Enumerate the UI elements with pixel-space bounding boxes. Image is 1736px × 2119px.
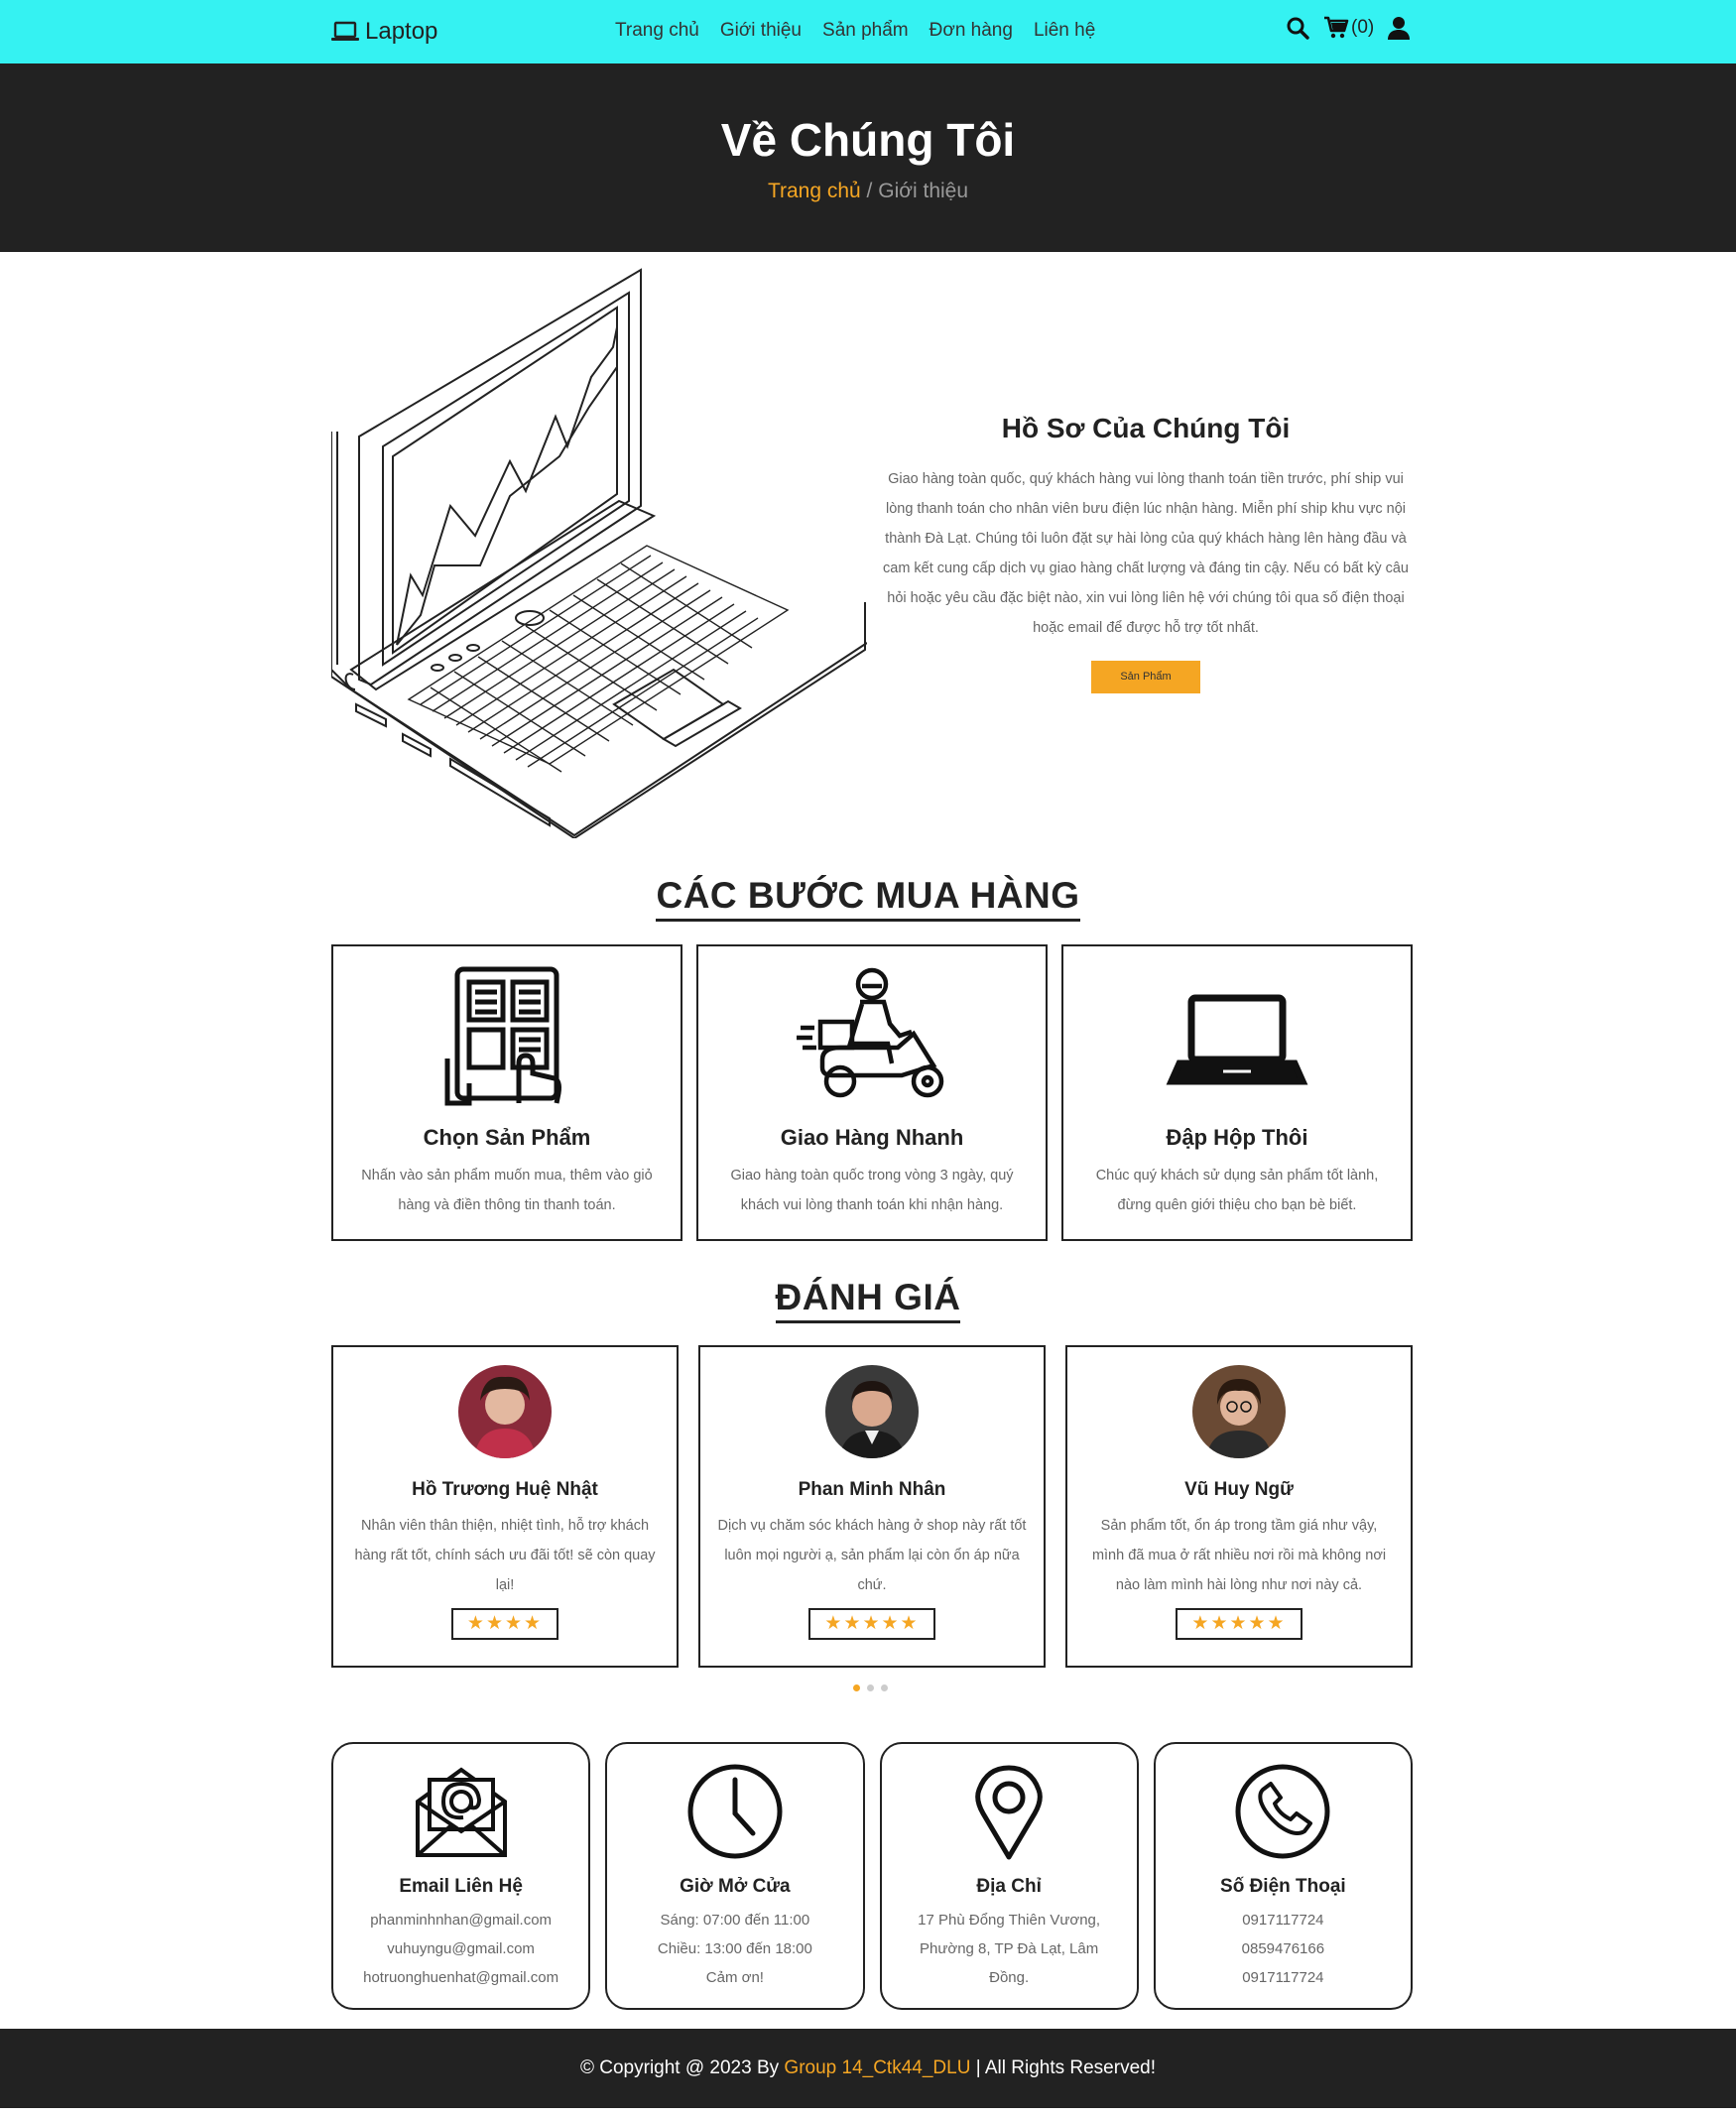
steps-list: Chọn Sản Phẩm Nhấn vào sản phẩm muốn mua… bbox=[331, 944, 1413, 1241]
contact-card: Giờ Mở Cửa Sáng: 07:00 đến 11:00 Chiều: … bbox=[605, 1742, 865, 2010]
nav-link-orders[interactable]: Đơn hàng bbox=[930, 20, 1013, 42]
step-description: Giao hàng toàn quốc trong vòng 3 ngày, q… bbox=[730, 1168, 1014, 1213]
review-text: Sản phẩm tốt, ổn áp trong tầm giá như vậ… bbox=[1091, 1518, 1387, 1593]
delivery-scooter-icon bbox=[797, 967, 944, 1098]
location-pin-icon bbox=[975, 1765, 1043, 1860]
products-button[interactable]: Sản Phẩm bbox=[1091, 661, 1200, 693]
steps-section-title: CÁC BƯỚC MUA HÀNG bbox=[0, 875, 1736, 922]
breadcrumb: Trang chủ / Giới thiệu bbox=[0, 180, 1736, 203]
avatar bbox=[1192, 1365, 1286, 1458]
contact-title: Email Liên Hệ bbox=[399, 1876, 523, 1897]
step-description: Nhấn vào sản phẩm muốn mua, thêm vào giỏ… bbox=[361, 1168, 653, 1213]
nav-link-products[interactable]: Sản phẩm bbox=[822, 20, 909, 42]
step-card: Giao Hàng Nhanh Giao hàng toàn quốc tron… bbox=[696, 944, 1048, 1241]
contact-email[interactable]: vuhuyngu@gmail.com bbox=[345, 1934, 576, 1963]
nav-link-contact[interactable]: Liên hệ bbox=[1034, 20, 1095, 42]
address-line: Đồng. bbox=[989, 1969, 1030, 1986]
phone-number[interactable]: 0917117724 bbox=[1168, 1906, 1399, 1934]
contact-info: Email Liên Hệ phanminhnhan@gmail.com vuh… bbox=[331, 1742, 1413, 2010]
step-title: Đập Hộp Thôi bbox=[1166, 1125, 1308, 1150]
reviews-carousel[interactable]: Hồ Trương Huệ Nhật Nhân viên thân thiện,… bbox=[331, 1345, 1413, 1668]
review-card: Vũ Huy Ngữ Sản phẩm tốt, ổn áp trong tầm… bbox=[1065, 1345, 1413, 1668]
review-card: Phan Minh Nhân Dịch vụ chăm sóc khách hà… bbox=[698, 1345, 1046, 1668]
nav-links: Trang chủ Giới thiệu Sản phẩm Đơn hàng L… bbox=[615, 20, 1095, 42]
phone-number[interactable]: 0917117724 bbox=[1168, 1963, 1399, 1992]
brand-name: Laptop bbox=[365, 18, 438, 45]
address-line: Phường 8, TP Đà Lạt, Lâm bbox=[919, 1940, 1099, 1957]
contact-title: Địa Chỉ bbox=[976, 1876, 1042, 1897]
breadcrumb-home[interactable]: Trang chủ bbox=[768, 180, 861, 202]
carousel-dot-active[interactable] bbox=[853, 1684, 860, 1691]
cart-button[interactable]: (0) bbox=[1323, 16, 1374, 40]
star-rating: ★★★★★ bbox=[1176, 1608, 1302, 1640]
reviewer-name: Hồ Trương Huệ Nhật bbox=[412, 1479, 598, 1500]
laptop-icon bbox=[1166, 994, 1308, 1085]
carousel-dot[interactable] bbox=[867, 1684, 874, 1691]
contact-card: Email Liên Hệ phanminhnhan@gmail.com vuh… bbox=[331, 1742, 591, 2010]
laptop-icon bbox=[331, 21, 359, 41]
review-text: Nhân viên thân thiện, nhiệt tình, hỗ trợ… bbox=[354, 1518, 656, 1593]
user-icon[interactable] bbox=[1388, 16, 1411, 40]
page-title: Về Chúng Tôi bbox=[720, 114, 1016, 166]
avatar bbox=[825, 1365, 919, 1458]
step-card: Đập Hộp Thôi Chúc quý khách sử dụng sản … bbox=[1061, 944, 1413, 1241]
nav-icons: (0) bbox=[1286, 16, 1411, 40]
email-icon bbox=[415, 1767, 507, 1857]
carousel-dot[interactable] bbox=[881, 1684, 888, 1691]
navbar: Laptop Trang chủ Giới thiệu Sản phẩm Đơn… bbox=[0, 0, 1736, 63]
contact-card: Địa Chỉ 17 Phù Đổng Thiên Vương, Phường … bbox=[879, 1742, 1139, 2010]
review-card: Hồ Trương Huệ Nhật Nhân viên thân thiện,… bbox=[331, 1345, 679, 1668]
reviews-section-title: ĐÁNH GIÁ bbox=[0, 1277, 1736, 1323]
about-description: Giao hàng toàn quốc, quý khách hàng vui … bbox=[883, 471, 1409, 636]
contact-title: Số Điện Thoại bbox=[1220, 1876, 1346, 1897]
carousel-dots bbox=[853, 1684, 888, 1691]
phone-icon bbox=[1235, 1764, 1330, 1859]
phone-number[interactable]: 0859476166 bbox=[1168, 1934, 1399, 1963]
cart-icon bbox=[1324, 16, 1349, 39]
footer-group-link[interactable]: Group 14_Ctk44_DLU bbox=[784, 2057, 970, 2078]
review-text: Dịch vụ chăm sóc khách hàng ở shop này r… bbox=[717, 1518, 1027, 1593]
brand-logo[interactable]: Laptop bbox=[331, 18, 437, 46]
contact-title: Giờ Mở Cửa bbox=[680, 1876, 791, 1897]
search-icon[interactable] bbox=[1286, 16, 1309, 40]
nav-link-home[interactable]: Trang chủ bbox=[615, 20, 699, 42]
reviewer-name: Phan Minh Nhân bbox=[798, 1479, 946, 1500]
reviewer-name: Vũ Huy Ngữ bbox=[1184, 1479, 1294, 1500]
about-title: Hồ Sơ Của Chúng Tôi bbox=[1001, 413, 1291, 443]
step-description: Chúc quý khách sử dụng sản phẩm tốt lành… bbox=[1095, 1168, 1379, 1213]
contact-email[interactable]: hotruonghuenhat@gmail.com bbox=[345, 1963, 576, 1992]
step-title: Chọn Sản Phẩm bbox=[423, 1125, 591, 1150]
contact-card: Số Điện Thoại 0917117724 0859476166 0917… bbox=[1153, 1742, 1413, 2010]
breadcrumb-separator: / bbox=[860, 180, 879, 202]
star-rating: ★★★★ bbox=[450, 1608, 559, 1640]
page-banner: Về Chúng Tôi Trang chủ / Giới thiệu bbox=[0, 63, 1736, 252]
cart-count: (0) bbox=[1351, 17, 1375, 38]
catalog-select-icon bbox=[444, 966, 561, 1106]
star-rating: ★★★★★ bbox=[808, 1608, 935, 1640]
laptop-illustration bbox=[331, 268, 867, 838]
contact-email[interactable]: phanminhnhan@gmail.com bbox=[345, 1906, 576, 1934]
footer-copyright: © Copyright @ 2023 By bbox=[579, 2057, 785, 2078]
step-title: Giao Hàng Nhanh bbox=[780, 1125, 964, 1150]
step-card: Chọn Sản Phẩm Nhấn vào sản phẩm muốn mua… bbox=[331, 944, 682, 1241]
clock-icon bbox=[687, 1764, 783, 1859]
opening-hours-note: Cảm ơn! bbox=[705, 1969, 764, 1986]
opening-hours: Sáng: 07:00 đến 11:00 bbox=[660, 1912, 810, 1929]
avatar bbox=[458, 1365, 552, 1458]
footer-rights: | All Rights Reserved! bbox=[970, 2057, 1156, 2078]
reviews-heading: ĐÁNH GIÁ bbox=[775, 1277, 961, 1323]
about-section: Hồ Sơ Của Chúng Tôi Giao hàng toàn quốc,… bbox=[878, 413, 1414, 693]
opening-hours: Chiều: 13:00 đến 18:00 bbox=[657, 1940, 812, 1957]
address-line: 17 Phù Đổng Thiên Vương, bbox=[918, 1912, 1101, 1929]
steps-heading: CÁC BƯỚC MUA HÀNG bbox=[656, 875, 1080, 922]
nav-link-about[interactable]: Giới thiệu bbox=[720, 20, 802, 42]
footer: © Copyright @ 2023 By Group 14_Ctk44_DLU… bbox=[0, 2029, 1736, 2108]
breadcrumb-current: Giới thiệu bbox=[878, 180, 969, 202]
